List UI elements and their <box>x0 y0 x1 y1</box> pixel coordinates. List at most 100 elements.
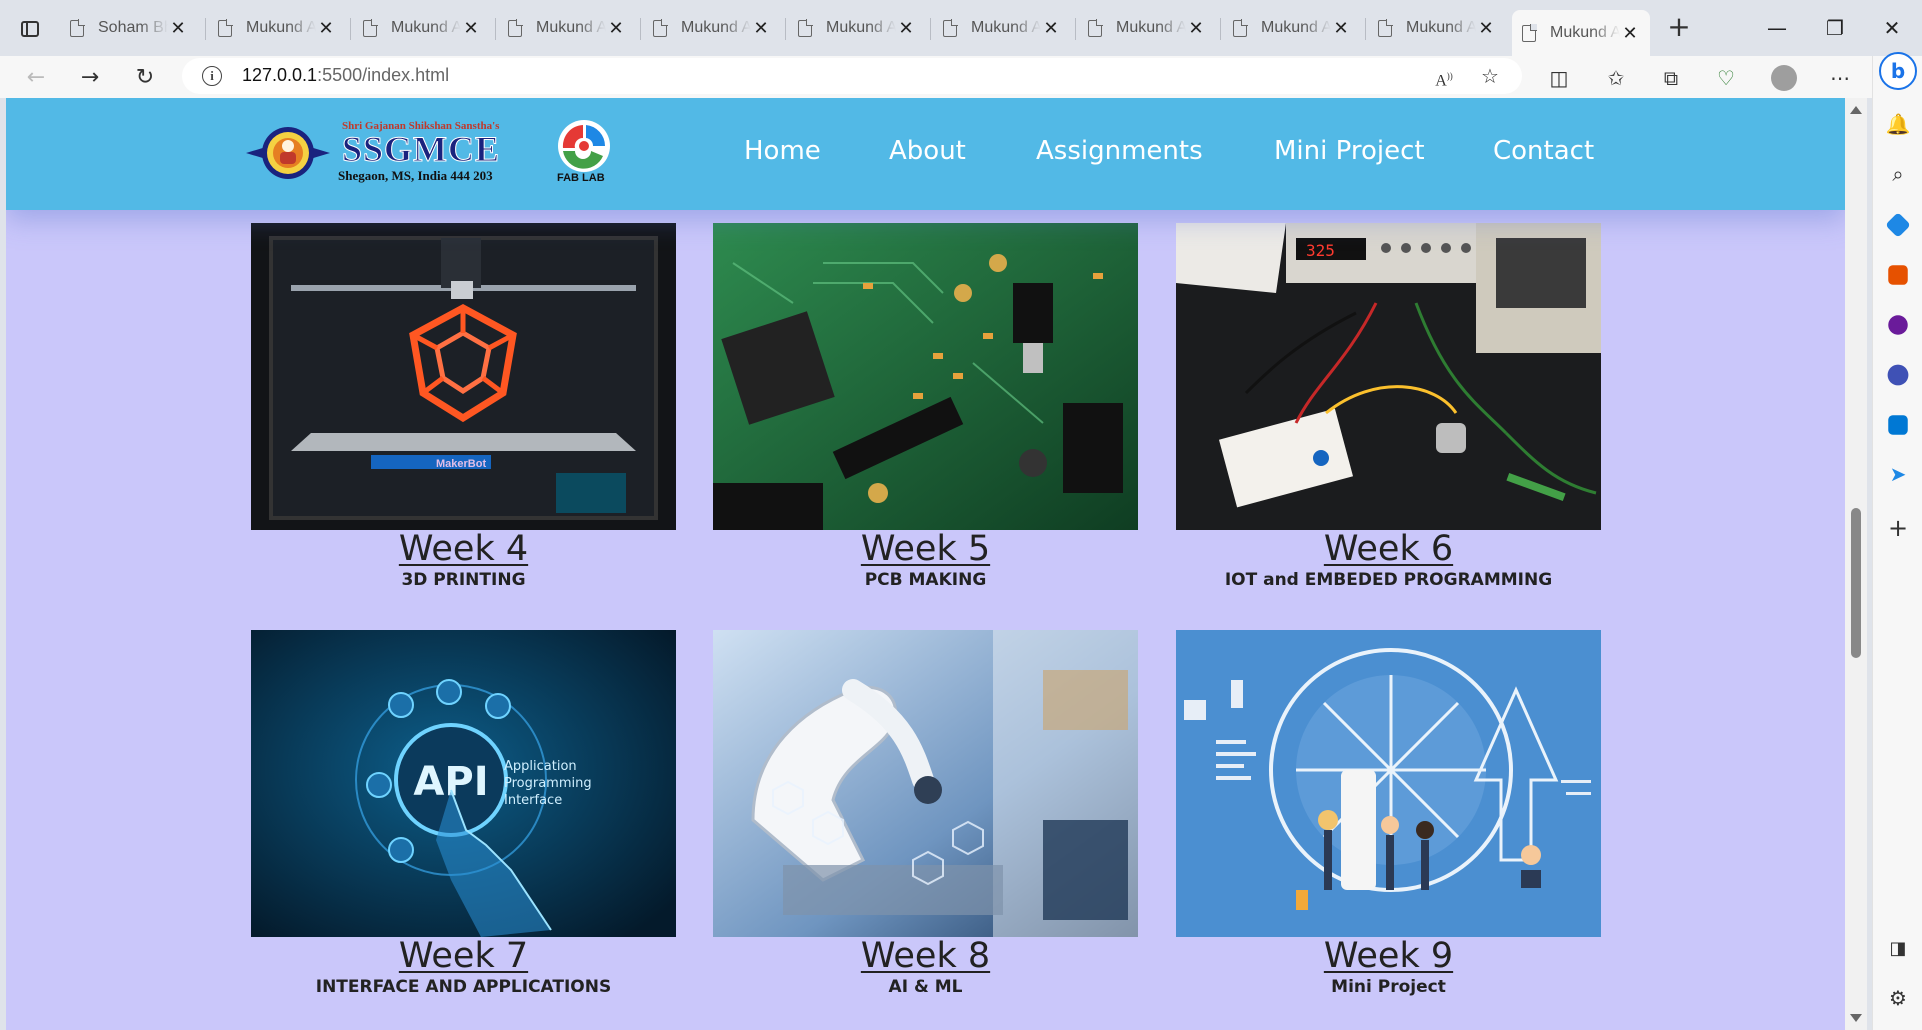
document-icon <box>943 18 958 37</box>
browser-tab[interactable]: Mukund Assignment ✕ <box>643 10 781 46</box>
document-icon <box>1378 18 1393 37</box>
refresh-button[interactable]: ↻ <box>129 62 161 94</box>
api-caption-line-2: Programming <box>504 776 592 791</box>
site-info-icon[interactable]: i <box>202 66 222 86</box>
games-icon[interactable] <box>1888 315 1908 335</box>
back-button[interactable]: ← <box>20 62 52 94</box>
fablab-label: FAB LAB <box>557 172 605 184</box>
close-icon[interactable]: ✕ <box>168 18 188 39</box>
scrollbar-thumb[interactable] <box>1851 508 1861 658</box>
browser-tab[interactable]: Mukund Assignment ✕ <box>353 10 491 46</box>
week-8-subtitle: AI & ML <box>888 977 963 997</box>
nav-mini-project[interactable]: Mini Project <box>1274 136 1425 166</box>
window-close-button[interactable]: ✕ <box>1862 12 1922 44</box>
pcb-photo <box>713 223 1138 530</box>
office-icon[interactable] <box>1887 364 1909 386</box>
url-bar[interactable]: i 127.0.0.1:5500/index.html A)) ☆ <box>182 58 1522 94</box>
week-9-title[interactable]: Week 9 <box>1176 936 1601 976</box>
shopping-tag-icon[interactable] <box>1885 212 1911 238</box>
week-5-title[interactable]: Week 5 <box>713 529 1138 569</box>
browser-essentials-icon[interactable]: ♡ <box>1710 62 1742 94</box>
tab-title: Mukund Assignment <box>391 19 461 36</box>
week-5-image[interactable] <box>713 223 1138 530</box>
nav-contact[interactable]: Contact <box>1493 136 1594 166</box>
nav-about[interactable]: About <box>889 136 966 166</box>
fablab-logo[interactable]: FAB LAB <box>553 118 615 188</box>
browser-tab[interactable]: Mukund Assignment ✕ <box>1078 10 1216 46</box>
logo-name: SSGMCE <box>341 129 501 170</box>
ssgmce-logo[interactable]: Shri Gajanan Shikshan Sanstha's SSGMCE S… <box>246 118 536 188</box>
week-8-image[interactable] <box>713 630 1138 937</box>
minimize-button[interactable]: — <box>1747 12 1807 44</box>
page-scrollbar[interactable] <box>1845 98 1867 1030</box>
outlook-icon[interactable] <box>1888 415 1908 435</box>
add-sidebar-icon[interactable]: + <box>1885 514 1911 542</box>
profile-avatar[interactable] <box>1768 62 1800 94</box>
document-icon <box>653 18 668 37</box>
tab-title: Mukund Assignment <box>1116 19 1186 36</box>
url-text[interactable]: 127.0.0.1:5500/index.html <box>242 65 449 86</box>
week-6-image[interactable]: 325 <box>1176 223 1601 530</box>
scroll-up-arrow-icon[interactable] <box>1850 106 1862 114</box>
browser-tab[interactable]: Mukund Assignment ✕ <box>788 10 926 46</box>
tools-icon[interactable] <box>1888 265 1908 285</box>
copilot-icon[interactable]: b <box>1879 52 1917 90</box>
tab-title: Mukund Assignment <box>1550 24 1620 41</box>
sidebar-toggle-icon[interactable]: ◨ <box>1885 938 1911 964</box>
week-8-title[interactable]: Week 8 <box>713 936 1138 976</box>
week-7-title[interactable]: Week 7 <box>251 936 676 976</box>
close-icon[interactable]: ✕ <box>461 18 481 39</box>
restore-button[interactable]: ❐ <box>1805 12 1865 44</box>
tab-title: Mukund Assignment <box>681 19 751 36</box>
browser-tab[interactable]: Soham Bhagat ✕ <box>60 10 198 46</box>
settings-gear-icon[interactable]: ⚙ <box>1885 986 1911 1012</box>
site-header: Shri Gajanan Shikshan Sanstha's SSGMCE S… <box>6 98 1845 210</box>
week-6-title[interactable]: Week 6 <box>1176 529 1601 569</box>
fablab-icon <box>558 120 610 172</box>
favorite-star-icon[interactable]: ☆ <box>1474 60 1506 92</box>
close-icon[interactable]: ✕ <box>1186 18 1206 39</box>
tab-title: Soham Bhagat <box>98 19 168 36</box>
close-icon[interactable]: ✕ <box>606 18 626 39</box>
scroll-down-arrow-icon[interactable] <box>1850 1014 1862 1022</box>
read-aloud-icon[interactable]: A)) <box>1428 60 1460 92</box>
browser-tab-active[interactable]: Mukund Assignment ✕ <box>1512 10 1650 56</box>
send-icon[interactable]: ➤ <box>1885 462 1911 488</box>
tab-title: Mukund Assignment <box>826 19 896 36</box>
close-icon[interactable]: ✕ <box>1331 18 1351 39</box>
browser-tab[interactable]: Mukund Assignment ✕ <box>498 10 636 46</box>
week-4-subtitle: 3D PRINTING <box>401 570 526 590</box>
search-icon[interactable]: ⌕ <box>1885 162 1911 188</box>
split-screen-icon[interactable]: ◫ <box>1543 62 1575 94</box>
tab-actions-icon[interactable] <box>10 14 50 44</box>
close-icon[interactable]: ✕ <box>1620 23 1640 44</box>
browser-tab[interactable]: Mukund Assignment ✕ <box>1223 10 1361 46</box>
bell-icon[interactable]: 🔔 <box>1885 112 1911 138</box>
browser-tab[interactable]: Mukund Assignment ✕ <box>208 10 346 46</box>
week-9-image[interactable] <box>1176 630 1601 937</box>
close-icon[interactable]: ✕ <box>1476 18 1496 39</box>
browser-sidebar: b 🔔 ⌕ ➤ + ◨ ⚙ <box>1872 52 1922 1030</box>
close-icon[interactable]: ✕ <box>751 18 771 39</box>
address-toolbar: ← → ↻ i 127.0.0.1:5500/index.html A)) ☆ … <box>0 56 1922 98</box>
close-icon[interactable]: ✕ <box>1041 18 1061 39</box>
browser-tab[interactable]: Mukund Assignment ✕ <box>1368 10 1506 46</box>
close-icon[interactable]: ✕ <box>316 18 336 39</box>
browser-tab[interactable]: Mukund Assignment ✕ <box>933 10 1071 46</box>
forward-button[interactable]: → <box>74 62 106 94</box>
week-4-image[interactable]: MakerBot <box>251 223 676 530</box>
meter-reading: 325 <box>1306 241 1335 260</box>
document-icon <box>363 18 378 37</box>
new-tab-button[interactable]: + <box>1663 12 1695 44</box>
week-5-subtitle: PCB MAKING <box>864 570 987 590</box>
favorites-icon[interactable]: ✩ <box>1600 62 1632 94</box>
document-icon <box>1233 18 1248 37</box>
more-options-icon[interactable]: ⋯ <box>1824 62 1856 94</box>
collections-icon[interactable]: ⧉ <box>1655 62 1687 94</box>
nav-home[interactable]: Home <box>744 136 821 166</box>
close-icon[interactable]: ✕ <box>896 18 916 39</box>
nav-assignments[interactable]: Assignments <box>1036 136 1203 166</box>
document-icon <box>218 18 233 37</box>
week-7-image[interactable]: API Application Programming Interface <box>251 630 676 937</box>
week-4-title[interactable]: Week 4 <box>251 529 676 569</box>
